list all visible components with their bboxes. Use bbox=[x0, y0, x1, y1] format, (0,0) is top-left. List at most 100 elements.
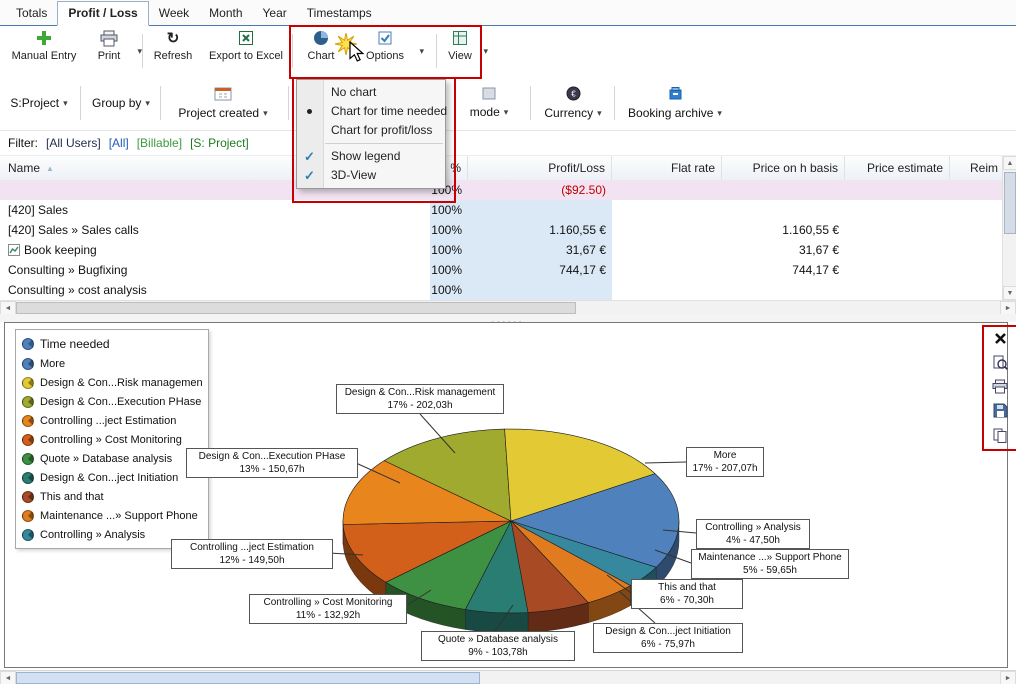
menu-separator bbox=[325, 143, 443, 144]
menu-item-chart-for-time-needed[interactable]: Chart for time needed bbox=[297, 102, 445, 121]
scroll-up-button[interactable]: ▲ bbox=[1003, 156, 1016, 170]
options-button[interactable]: Options ▾ bbox=[356, 28, 414, 74]
project-dropdown-arrow[interactable]: ▾ bbox=[63, 98, 68, 109]
horizontal-scroll-thumb[interactable] bbox=[16, 302, 576, 314]
table-row[interactable]: [420] Sales100% bbox=[0, 200, 1002, 220]
menu-item-3d-view[interactable]: ✓3D-View bbox=[297, 166, 445, 185]
print-preview-button[interactable] bbox=[991, 355, 1009, 373]
refresh-label: Refresh bbox=[154, 50, 193, 62]
menu-item-show-legend[interactable]: ✓Show legend bbox=[297, 147, 445, 166]
pane-splitter[interactable]: •••••• bbox=[0, 314, 1016, 322]
tab-profit-loss[interactable]: Profit / Loss bbox=[57, 1, 148, 26]
mode-dropdown-arrow[interactable]: ▾ bbox=[504, 107, 509, 118]
refresh-button[interactable]: ↻ Refresh bbox=[148, 28, 198, 74]
row-name-cell: [420] Sales bbox=[0, 200, 430, 220]
chart-options-menu: No chartChart for time neededChart for p… bbox=[296, 79, 446, 189]
group-by-label: Group by bbox=[92, 96, 141, 110]
scroll-down-button[interactable]: ▼ bbox=[1003, 286, 1016, 300]
filter-all[interactable]: [All] bbox=[109, 136, 129, 150]
refresh-icon: ↻ bbox=[167, 28, 180, 48]
export-excel-button[interactable]: Export to Excel bbox=[202, 28, 290, 74]
scroll-left-button[interactable]: ◄ bbox=[0, 301, 16, 315]
group-by-button[interactable]: Group by ▾ bbox=[88, 78, 154, 128]
close-chart-button[interactable] bbox=[991, 331, 1009, 349]
currency-button[interactable]: € Currency▾ bbox=[538, 78, 608, 128]
currency-coin-icon: € bbox=[566, 86, 581, 104]
print-button[interactable]: Print ▾ bbox=[86, 28, 132, 74]
row-price-h-basis-cell bbox=[722, 280, 845, 300]
manual-entry-label: Manual Entry bbox=[12, 50, 77, 62]
filter-project[interactable]: [S: Project] bbox=[190, 136, 249, 150]
row-profit-loss-cell: 1.160,55 € bbox=[468, 220, 612, 240]
mode-button[interactable]: mode▾ bbox=[452, 78, 526, 128]
main-toolbar: Manual Entry Print ▾ ↻ Refresh Export to… bbox=[0, 26, 1016, 77]
legend-item: This and that bbox=[22, 487, 202, 506]
row-percent-cell: 100% bbox=[430, 200, 468, 220]
scroll-right-button[interactable]: ► bbox=[1000, 301, 1016, 315]
table-horizontal-scrollbar[interactable]: ◄ ► bbox=[0, 300, 1016, 314]
column-header-reimbursement[interactable]: Reim bbox=[950, 156, 1002, 180]
row-profit-loss-cell bbox=[468, 200, 612, 220]
legend-item: Design & Con...Execution PHase bbox=[22, 392, 202, 411]
table-vertical-scrollbar[interactable]: ▲ ▼ bbox=[1002, 156, 1016, 300]
legend-color-swatch bbox=[22, 377, 34, 389]
table-row[interactable]: [420] Sales » Sales calls100%1.160,55 €1… bbox=[0, 220, 1002, 240]
filter-billable[interactable]: [Billable] bbox=[137, 136, 182, 150]
tab-week[interactable]: Week bbox=[149, 2, 199, 25]
table-header: Name▲ % Profit/Loss Flat rate Price on h… bbox=[0, 156, 1002, 181]
legend-item-label: Controlling » Analysis bbox=[40, 529, 145, 541]
legend-title-pie-icon bbox=[22, 338, 34, 350]
tab-year[interactable]: Year bbox=[253, 2, 297, 25]
view-button[interactable]: View ▾ bbox=[442, 28, 478, 74]
column-header-price-estimate[interactable]: Price estimate bbox=[845, 156, 950, 180]
copy-chart-button[interactable] bbox=[991, 427, 1009, 445]
manual-entry-button[interactable]: Manual Entry bbox=[6, 28, 82, 74]
tab-totals[interactable]: Totals bbox=[6, 2, 57, 25]
horizontal-scroll-thumb[interactable] bbox=[16, 672, 480, 684]
project-created-button[interactable]: Project created▾ bbox=[168, 78, 278, 128]
row-flat-rate-cell bbox=[612, 220, 722, 240]
save-chart-button[interactable] bbox=[991, 403, 1009, 421]
menu-item-no-chart[interactable]: No chart bbox=[297, 83, 445, 102]
tab-timestamps[interactable]: Timestamps bbox=[297, 2, 382, 25]
options-dropdown-arrow[interactable]: ▾ bbox=[419, 46, 424, 57]
column-header-price-h-basis[interactable]: Price on h basis bbox=[722, 156, 845, 180]
pie-label: Controlling » Analysis4% - 47,50h bbox=[696, 519, 810, 549]
vertical-scroll-thumb[interactable] bbox=[1004, 172, 1016, 234]
table-row[interactable]: Consulting » Bugfixing100%744,17 €744,17… bbox=[0, 260, 1002, 280]
row-reimbursement-cell bbox=[950, 180, 1002, 200]
column-header-flat-rate[interactable]: Flat rate bbox=[612, 156, 722, 180]
project-created-dropdown-arrow[interactable]: ▾ bbox=[263, 108, 268, 119]
scroll-right-button[interactable]: ► bbox=[1000, 671, 1016, 684]
legend-color-swatch bbox=[22, 396, 34, 408]
menu-item-chart-for-profit-loss[interactable]: Chart for profit/loss bbox=[297, 121, 445, 140]
printer-icon bbox=[100, 28, 118, 48]
view-dropdown-arrow[interactable]: ▾ bbox=[483, 46, 488, 57]
booking-archive-button[interactable]: Booking archive▾ bbox=[622, 78, 728, 128]
group-by-dropdown-arrow[interactable]: ▾ bbox=[145, 98, 150, 109]
row-flat-rate-cell bbox=[612, 180, 722, 200]
table-row[interactable]: Book keeping100%31,67 €31,67 € bbox=[0, 240, 1002, 260]
row-price-h-basis-cell: 31,67 € bbox=[722, 240, 845, 260]
pie-label: Design & Con...ject Initiation6% - 75,97… bbox=[593, 623, 743, 653]
print-chart-button[interactable] bbox=[991, 379, 1009, 397]
row-flat-rate-cell bbox=[612, 260, 722, 280]
scroll-left-button[interactable]: ◄ bbox=[0, 671, 16, 684]
legend-color-swatch bbox=[22, 453, 34, 465]
project-filter-button[interactable]: S:Project▾ bbox=[6, 78, 72, 128]
table-row[interactable]: Consulting » cost analysis100% bbox=[0, 280, 1002, 300]
table-row[interactable]: 100%($92.50) bbox=[0, 180, 1002, 200]
column-header-profit-loss[interactable]: Profit/Loss bbox=[468, 156, 612, 180]
booking-archive-dropdown-arrow[interactable]: ▾ bbox=[717, 108, 722, 119]
chart-button[interactable]: Chart bbox=[298, 28, 344, 74]
tab-month[interactable]: Month bbox=[199, 2, 252, 25]
options-checkbox-icon bbox=[377, 28, 393, 48]
window-horizontal-scrollbar[interactable]: ◄ ► bbox=[0, 670, 1016, 684]
legend-color-swatch bbox=[22, 434, 34, 446]
legend-item-label: Quote » Database analysis bbox=[40, 453, 172, 465]
pie-label: Design & Con...Risk management17% - 202,… bbox=[336, 384, 504, 414]
filter-all-users[interactable]: [All Users] bbox=[46, 136, 101, 150]
currency-dropdown-arrow[interactable]: ▾ bbox=[597, 108, 602, 119]
row-profit-loss-cell: 744,17 € bbox=[468, 260, 612, 280]
row-reimbursement-cell bbox=[950, 200, 1002, 220]
